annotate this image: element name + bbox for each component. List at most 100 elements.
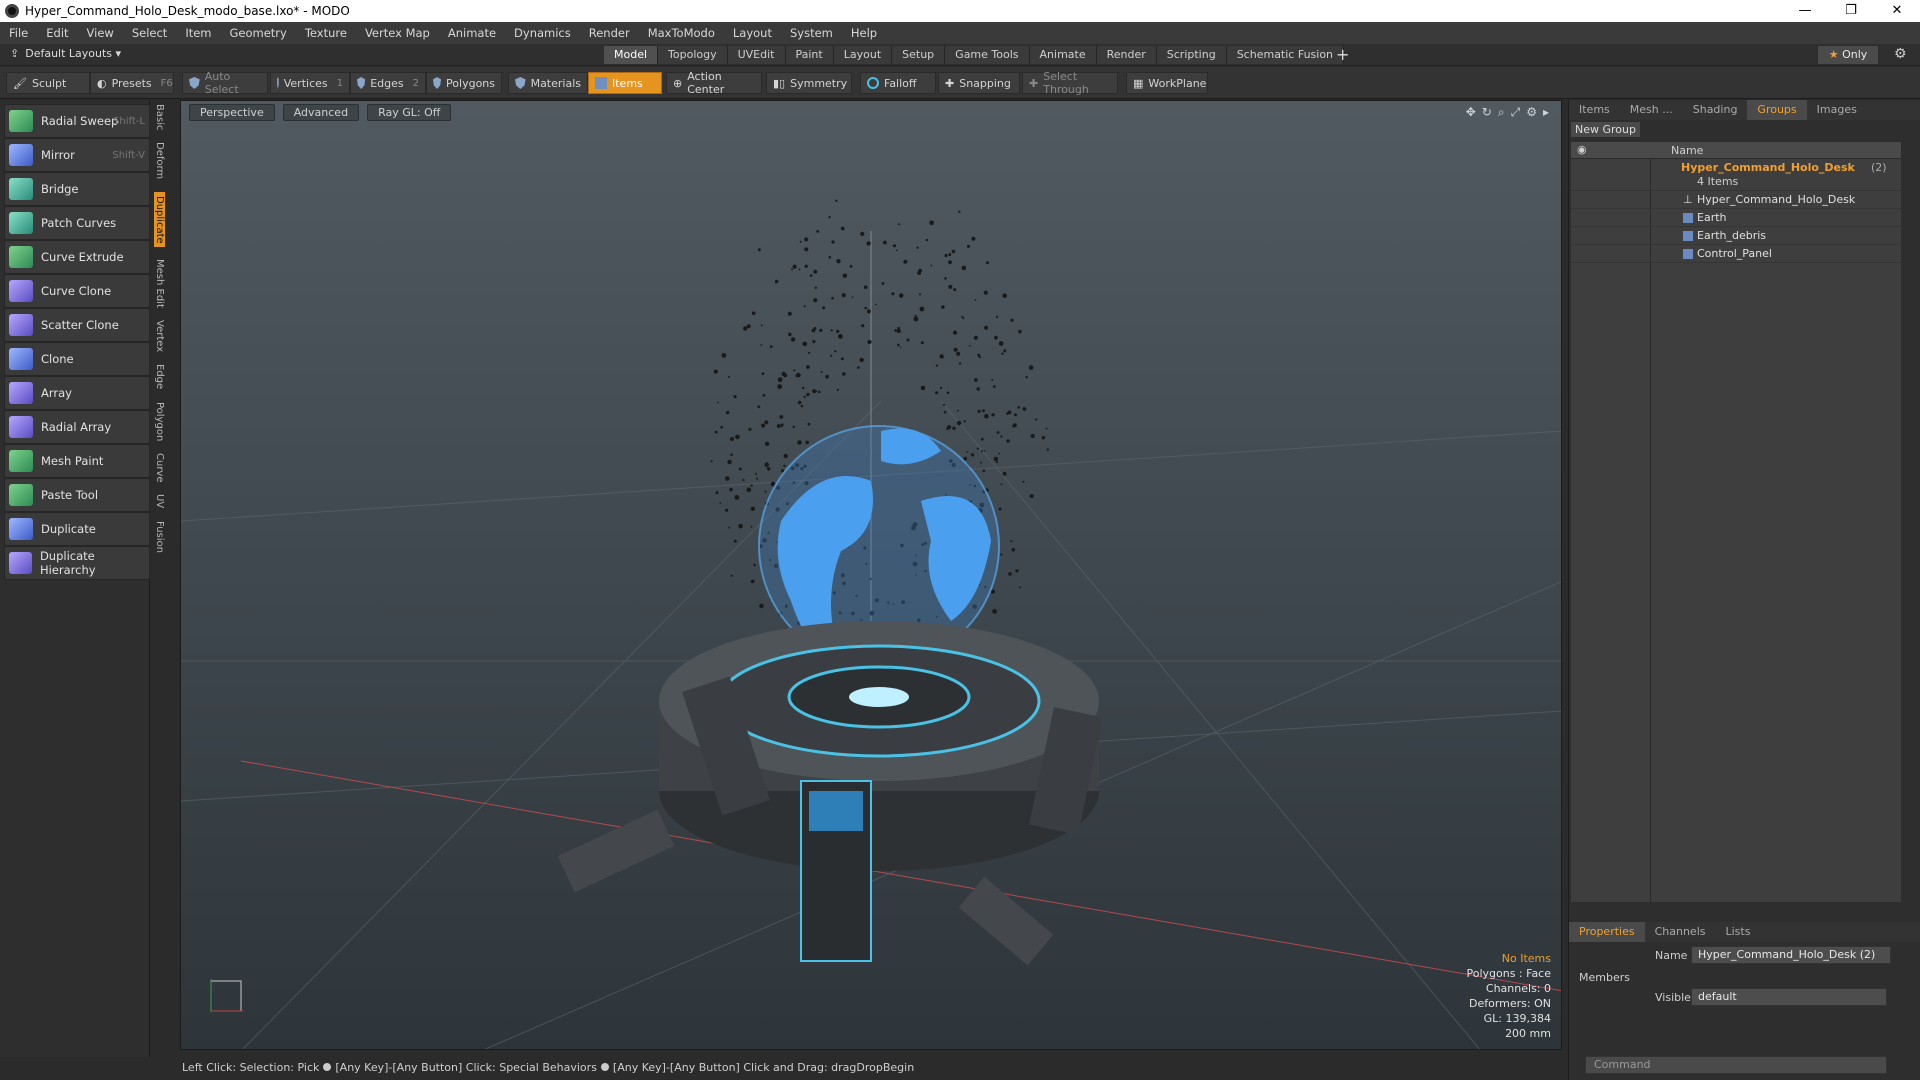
eye-icon[interactable]: ◉ — [1577, 143, 1587, 156]
curve-clone-button[interactable]: Curve Clone — [4, 274, 150, 308]
tab-properties[interactable]: Properties — [1569, 922, 1645, 942]
materials-button[interactable]: Materials — [508, 72, 588, 94]
vtab-polygon[interactable]: Polygon — [154, 402, 165, 441]
menu-help[interactable]: Help — [842, 26, 886, 40]
menu-select[interactable]: Select — [123, 26, 176, 40]
vtab-mesh-edit[interactable]: Mesh Edit — [154, 259, 165, 308]
tab-topology[interactable]: Topology — [658, 46, 728, 64]
snapping-button[interactable]: ✚ Snapping — [938, 72, 1020, 94]
debris-particle — [918, 268, 922, 273]
mirror-button[interactable]: Mirror Shift-V — [4, 138, 150, 172]
3d-viewport[interactable]: Perspective Advanced Ray GL: Off ✥ ↻ ⌕ ⤢… — [180, 100, 1562, 1050]
tab-setup[interactable]: Setup — [892, 46, 946, 64]
mesh-paint-button[interactable]: Mesh Paint — [4, 444, 150, 478]
tree-item-row[interactable]: ⊥ Hyper_Command_Holo_Desk — [1571, 191, 1901, 209]
menu-animate[interactable]: Animate — [439, 26, 505, 40]
action-center-button[interactable]: ⊕ Action Center — [666, 70, 762, 96]
workplane-button[interactable]: ▦ WorkPlane — [1126, 72, 1208, 94]
tab-mesh[interactable]: Mesh ... — [1620, 100, 1683, 120]
bridge-button[interactable]: Bridge — [4, 172, 150, 206]
array-button[interactable]: Array — [4, 376, 150, 410]
duplicate-hierarchy-button[interactable]: Duplicate Hierarchy — [4, 546, 150, 580]
gear-icon[interactable]: ⚙ — [1894, 46, 1907, 62]
only-button[interactable]: ★ Only — [1818, 46, 1878, 64]
tab-channels[interactable]: Channels — [1645, 922, 1716, 942]
new-group-button[interactable]: New Group — [1571, 122, 1640, 137]
viewport-settings-icon[interactable]: ⚙ — [1526, 105, 1537, 120]
edges-button[interactable]: Edges 2 — [350, 72, 426, 94]
menu-system[interactable]: System — [781, 26, 842, 40]
menu-dynamics[interactable]: Dynamics — [505, 26, 580, 40]
menu-geometry[interactable]: Geometry — [221, 26, 296, 40]
command-input[interactable]: Command — [1585, 1056, 1887, 1074]
tree-item-row[interactable]: Earth — [1571, 209, 1901, 227]
tab-groups[interactable]: Groups — [1747, 100, 1807, 120]
menu-edit[interactable]: Edit — [37, 26, 77, 40]
rotate-icon[interactable]: ↻ — [1482, 105, 1492, 120]
polygons-button[interactable]: Polygons — [426, 72, 502, 94]
visible-dropdown[interactable]: default — [1691, 988, 1887, 1006]
menu-texture[interactable]: Texture — [296, 26, 356, 40]
maximize-button[interactable]: ❐ — [1828, 0, 1874, 22]
vtab-curve[interactable]: Curve — [154, 453, 165, 483]
symmetry-button[interactable]: ▮▯ Symmetry — [766, 72, 852, 94]
auto-select-button[interactable]: Auto Select — [182, 70, 268, 96]
tab-animate[interactable]: Animate — [1029, 46, 1097, 64]
pan-icon[interactable]: ✥ — [1466, 105, 1476, 120]
menu-vertex-map[interactable]: Vertex Map — [356, 26, 439, 40]
items-button[interactable]: Items — [588, 72, 662, 94]
tab-render[interactable]: Render — [1096, 46, 1157, 64]
menu-layout[interactable]: Layout — [724, 26, 781, 40]
presets-button[interactable]: ◐ Presets F6 — [90, 72, 174, 94]
default-layouts-dropdown[interactable]: ⇪ Default Layouts ▾ — [10, 47, 121, 60]
shading-dropdown[interactable]: Advanced — [282, 104, 360, 121]
tab-uvedit[interactable]: UVEdit — [727, 46, 786, 64]
patch-curves-button[interactable]: Patch Curves — [4, 206, 150, 240]
add-tab-button[interactable]: + — [1336, 45, 1349, 64]
tab-game-tools[interactable]: Game Tools — [945, 46, 1030, 64]
close-button[interactable]: ✕ — [1874, 0, 1920, 22]
scatter-clone-button[interactable]: Scatter Clone — [4, 308, 150, 342]
group-row[interactable]: Hyper_Command_Holo_Desk (2) 4 Items — [1571, 159, 1901, 191]
vertices-button[interactable]: Vertices 1 — [270, 72, 350, 94]
select-through-button[interactable]: ✚ Select Through — [1022, 70, 1118, 96]
tab-scripting[interactable]: Scripting — [1156, 46, 1227, 64]
zoom-icon[interactable]: ⌕ — [1498, 105, 1505, 120]
tree-item-row[interactable]: Control_Panel — [1571, 245, 1901, 263]
tab-layout[interactable]: Layout — [833, 46, 893, 64]
fit-icon[interactable]: ⤢ — [1511, 105, 1521, 120]
menu-item[interactable]: Item — [176, 26, 220, 40]
name-field[interactable]: Hyper_Command_Holo_Desk (2) — [1691, 946, 1891, 964]
minimize-button[interactable]: — — [1782, 0, 1828, 22]
clone-button[interactable]: Clone — [4, 342, 150, 376]
vtab-edge[interactable]: Edge — [154, 364, 165, 389]
tab-shading[interactable]: Shading — [1683, 100, 1748, 120]
menu-file[interactable]: File — [0, 26, 37, 40]
sculpt-button[interactable]: 🖌 Sculpt — [6, 72, 90, 94]
tree-item-row[interactable]: Earth_debris — [1571, 227, 1901, 245]
viewport-menu-icon[interactable]: ▸ — [1543, 105, 1549, 120]
menu-maxtomodo[interactable]: MaxToModo — [639, 26, 724, 40]
duplicate-button[interactable]: Duplicate — [4, 512, 150, 546]
radial-array-button[interactable]: Radial Array — [4, 410, 150, 444]
menu-view[interactable]: View — [78, 26, 123, 40]
vtab-vertex[interactable]: Vertex — [154, 320, 165, 352]
menu-render[interactable]: Render — [580, 26, 639, 40]
falloff-button[interactable]: Falloff — [860, 72, 936, 94]
tab-model[interactable]: Model — [604, 46, 659, 64]
tab-items[interactable]: Items — [1569, 100, 1620, 120]
curve-extrude-button[interactable]: Curve Extrude — [4, 240, 150, 274]
vtab-uv[interactable]: UV — [154, 494, 165, 508]
radial-sweep-button[interactable]: Radial Sweep Shift-L — [4, 104, 150, 138]
paste-tool-button[interactable]: Paste Tool — [4, 478, 150, 512]
vtab-deform[interactable]: Deform — [154, 142, 165, 179]
perspective-dropdown[interactable]: Perspective — [189, 104, 275, 121]
vtab-fusion[interactable]: Fusion — [154, 521, 165, 553]
tab-lists[interactable]: Lists — [1716, 922, 1761, 942]
raygl-toggle[interactable]: Ray GL: Off — [367, 104, 452, 121]
vtab-basic[interactable]: Basic — [154, 104, 165, 130]
tab-schematic-fusion[interactable]: Schematic Fusion — [1226, 46, 1345, 64]
tab-images[interactable]: Images — [1807, 100, 1867, 120]
tab-paint[interactable]: Paint — [785, 46, 834, 64]
vtab-duplicate[interactable]: Duplicate — [154, 191, 165, 248]
